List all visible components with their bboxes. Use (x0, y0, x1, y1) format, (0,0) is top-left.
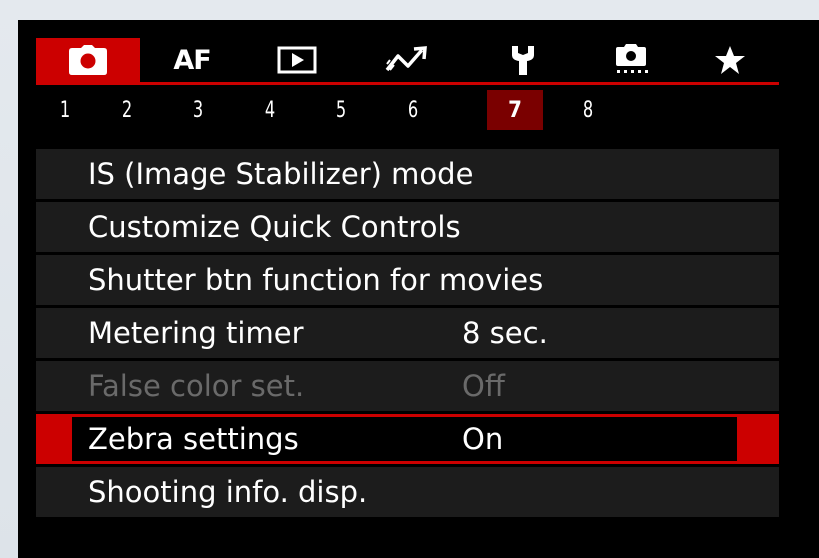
page-indicator: 1 2 3 4 5 6 7 8 (36, 90, 779, 130)
menu-item-value: On (462, 422, 504, 456)
playback-icon (277, 46, 317, 74)
tab-wireless[interactable] (350, 38, 464, 82)
tab-af[interactable]: AF (140, 38, 244, 82)
menu-item-value: 8 sec. (462, 316, 548, 350)
menu-list: IS (Image Stabilizer) mode Customize Qui… (36, 149, 779, 520)
menu-item-label: Shutter btn function for movies (88, 263, 544, 297)
custom-camera-icon (613, 44, 649, 76)
camera-icon (69, 45, 107, 75)
tab-underline (36, 82, 779, 85)
menu-item-label: Shooting info. disp. (88, 475, 368, 509)
tab-playback[interactable] (244, 38, 350, 82)
menu-item-false-color: False color set. Off (36, 361, 779, 411)
page-1[interactable]: 1 (45, 90, 86, 130)
page-6[interactable]: 6 (393, 90, 434, 130)
tab-custom-functions[interactable] (582, 38, 680, 82)
page-8[interactable]: 8 (568, 90, 609, 130)
menu-item-customize-quick-controls[interactable]: Customize Quick Controls (36, 202, 779, 252)
menu-item-value: Off (462, 369, 505, 403)
menu-item-label: Zebra settings (88, 422, 299, 456)
menu-item-is-mode[interactable]: IS (Image Stabilizer) mode (36, 149, 779, 199)
tab-shooting[interactable] (36, 38, 140, 82)
page-3[interactable]: 3 (178, 90, 219, 130)
tab-my-menu[interactable] (680, 38, 779, 82)
menu-item-label: False color set. (88, 369, 305, 403)
star-icon (714, 45, 746, 75)
tab-setup[interactable] (464, 38, 582, 82)
page-7[interactable]: 7 (487, 90, 543, 130)
menu-item-label: IS (Image Stabilizer) mode (88, 157, 474, 191)
menu-tab-bar: AF (36, 38, 779, 82)
wireless-icon (384, 46, 430, 74)
wrench-icon (509, 44, 537, 76)
menu-item-shutter-btn-movies[interactable]: Shutter btn function for movies (36, 255, 779, 305)
page-4[interactable]: 4 (250, 90, 291, 130)
page-5[interactable]: 5 (321, 90, 362, 130)
menu-item-metering-timer[interactable]: Metering timer 8 sec. (36, 308, 779, 358)
menu-item-label: Metering timer (88, 316, 304, 350)
menu-item-label: Customize Quick Controls (88, 210, 461, 244)
page-2[interactable]: 2 (107, 90, 148, 130)
af-tab-label: AF (173, 44, 211, 76)
menu-item-shooting-info-disp[interactable]: Shooting info. disp. (36, 467, 779, 517)
menu-item-zebra-settings[interactable]: Zebra settings On (36, 414, 779, 464)
